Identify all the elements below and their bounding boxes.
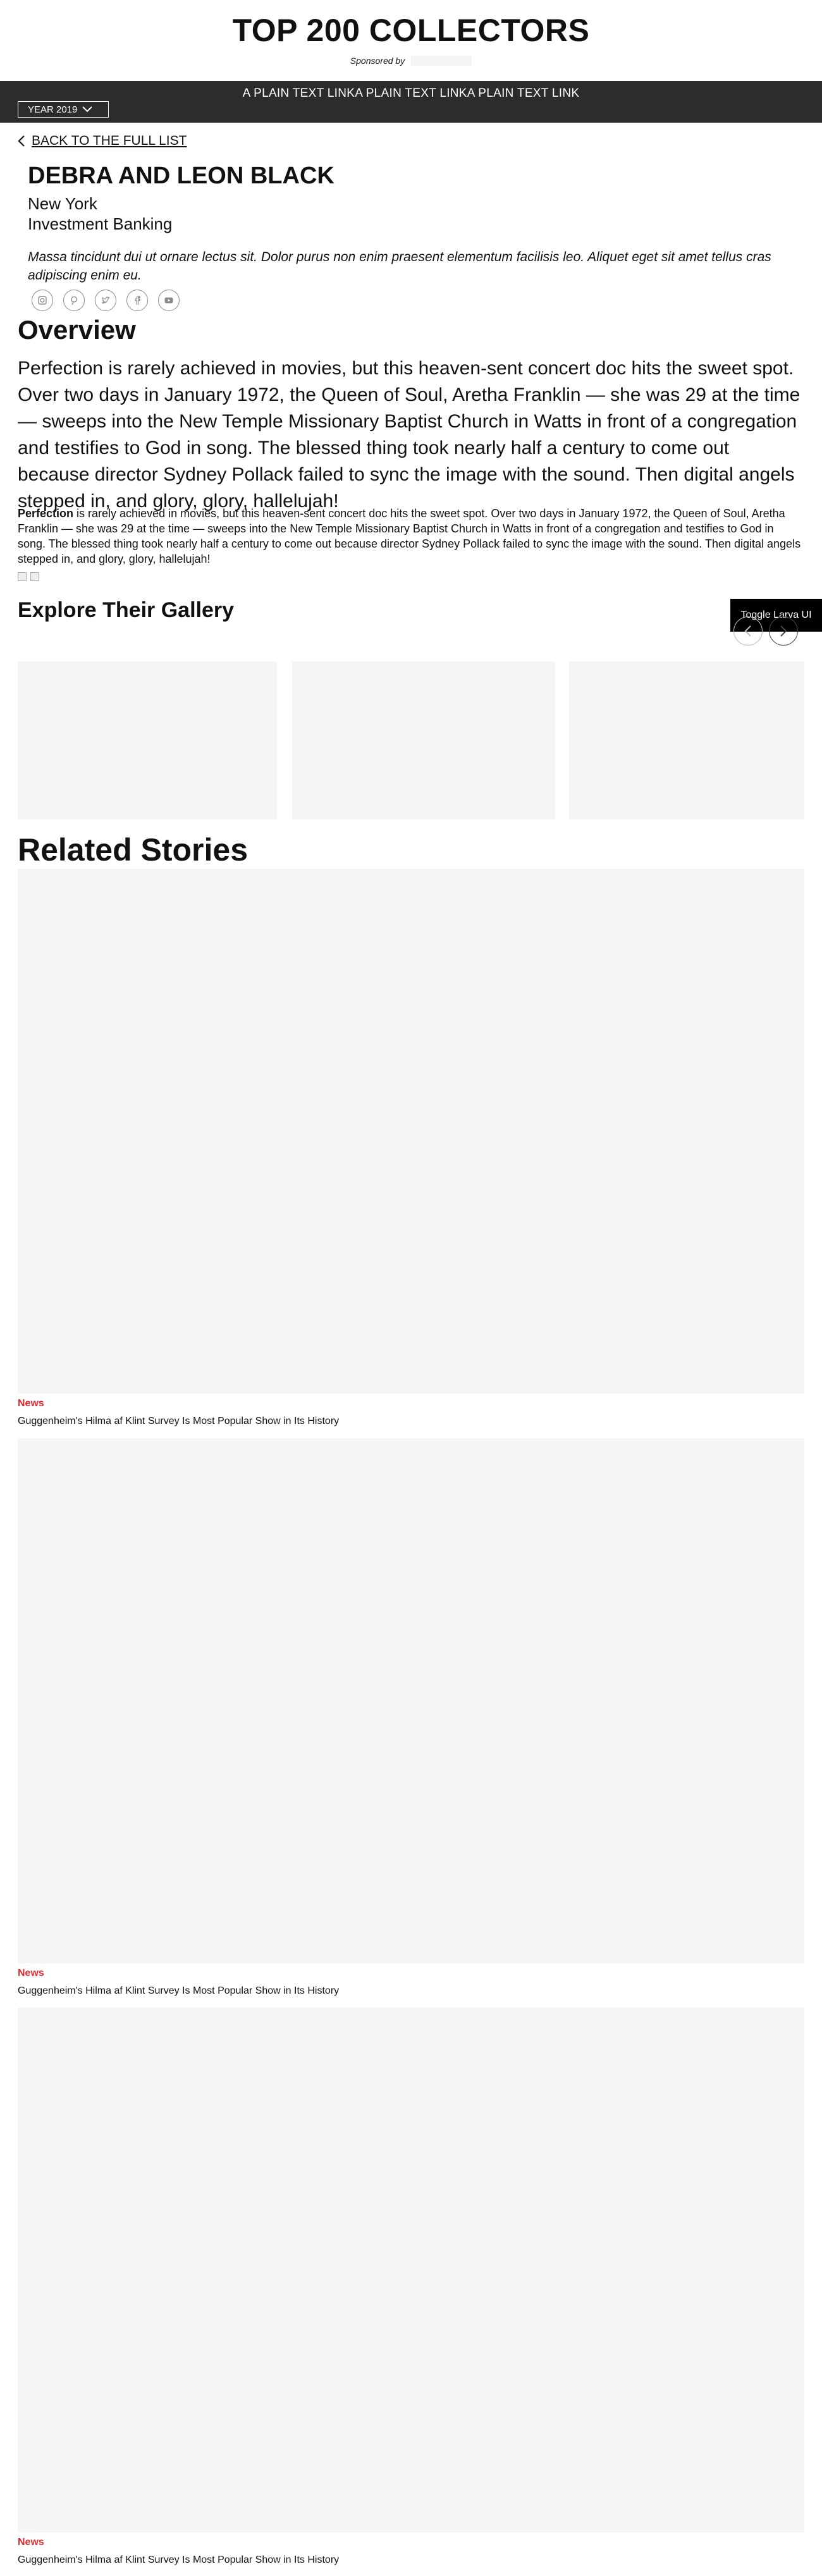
collector-industry: Investment Banking [28,214,173,233]
chevron-down-icon [82,106,93,113]
story-title[interactable]: Guggenheim's Hilma af Klint Survey Is Mo… [18,2553,804,2567]
social-share-icons [32,290,180,311]
story-category[interactable]: News [18,1397,804,1411]
nav-link[interactable]: A PLAIN TEXT LINKA PLAIN TEXT LINKA PLAI… [243,87,580,100]
overview-body-rest: is rarely achieved in movies, but this h… [18,507,801,565]
overview-body-text: Perfection is rarely achieved in movies,… [18,506,802,567]
chevron-left-icon [744,625,751,637]
gallery-item[interactable] [569,661,804,819]
broken-image-icon [30,572,39,581]
masthead: TOP 200 COLLECTORS Sponsored by [0,0,822,81]
gallery-heading: Explore Their Gallery [18,598,235,622]
youtube-icon[interactable] [158,290,180,311]
year-dropdown-label: YEAR 2019 [28,104,78,115]
overview-heading: Overview [18,315,136,345]
nav-links: A PLAIN TEXT LINKA PLAIN TEXT LINKA PLAI… [0,81,822,101]
collector-profile: DEBRA AND LEON BLACK New York Investment… [28,162,806,285]
story-image[interactable] [18,2008,804,2532]
year-dropdown[interactable]: YEAR 2019 [18,101,109,118]
pinterest-icon[interactable] [63,290,85,311]
collector-name: DEBRA AND LEON BLACK [28,163,334,189]
back-to-full-list-link[interactable]: BACK TO THE FULL LIST [18,133,187,149]
facebook-icon[interactable] [126,290,148,311]
related-story-card[interactable]: News Guggenheim's Hilma af Klint Survey … [18,1438,804,1998]
related-stories-heading: Related Stories [18,832,248,868]
sponsored-by-label: Sponsored by [350,56,405,66]
twitter-icon[interactable] [95,290,116,311]
collector-location: New York [28,194,97,213]
broken-image-icon [18,572,27,581]
top-navbar: A PLAIN TEXT LINKA PLAIN TEXT LINKA PLAI… [0,81,822,123]
instagram-icon[interactable] [32,290,53,311]
sponsor-line: Sponsored by [0,56,822,66]
back-link-label: BACK TO THE FULL LIST [32,133,187,148]
chevron-right-icon [780,625,787,637]
gallery-prev-button[interactable] [733,616,763,646]
broken-image-thumbnails [18,572,39,581]
story-category[interactable]: News [18,2536,804,2549]
story-image[interactable] [18,869,804,1394]
overview-body-bold: Perfection [18,507,74,520]
collector-quote: Massa tincidunt dui ut ornare lectus sit… [28,250,771,283]
story-category[interactable]: News [18,1966,804,1980]
overview-lead-text: Perfection is rarely achieved in movies,… [18,358,801,512]
gallery-item[interactable] [18,661,277,819]
related-story-card[interactable]: News Guggenheim's Hilma af Klint Survey … [18,869,804,1428]
related-story-card[interactable]: News Guggenheim's Hilma af Klint Survey … [18,2008,804,2567]
gallery-item[interactable] [292,661,555,819]
story-title[interactable]: Guggenheim's Hilma af Klint Survey Is Mo… [18,1414,804,1428]
gallery-carousel [18,661,804,819]
sponsor-logo[interactable] [411,56,472,66]
chevron-left-icon [18,135,25,147]
page-title: TOP 200 COLLECTORS [232,13,590,48]
gallery-next-button[interactable] [769,616,798,646]
story-title[interactable]: Guggenheim's Hilma af Klint Survey Is Mo… [18,1984,804,1998]
story-image[interactable] [18,1438,804,1963]
